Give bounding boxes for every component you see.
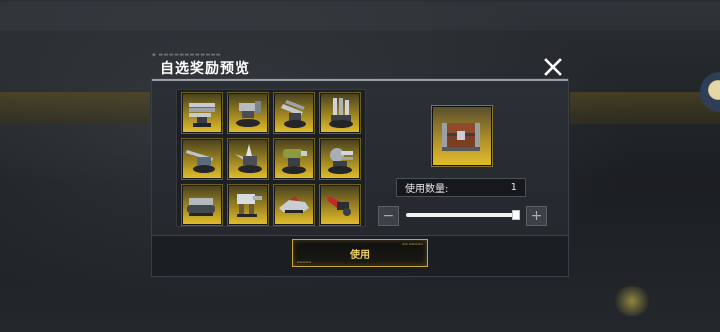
twin-cannon-turret-icon xyxy=(281,100,306,128)
quantity-slider[interactable] xyxy=(406,210,520,220)
slider-fill xyxy=(406,213,514,217)
reward-tile[interactable] xyxy=(319,92,361,134)
reward-tile[interactable] xyxy=(273,184,315,226)
slider-thumb[interactable] xyxy=(512,210,520,220)
use-button[interactable]: ▬▬ ▬▬▬▬▬ ▬▬▬▬▬ 使用 xyxy=(292,239,428,267)
multi-barrel-turret-icon xyxy=(189,103,215,127)
railgun-turret-icon xyxy=(186,150,215,173)
use-quantity-value: 1 xyxy=(510,182,517,193)
background-panel-left xyxy=(0,92,150,124)
heavy-artillery-turret-icon xyxy=(282,149,307,174)
use-quantity-field[interactable]: 使用数量: 1 xyxy=(396,178,526,197)
reward-tile[interactable] xyxy=(227,184,269,226)
rotary-cannon-turret-icon xyxy=(328,148,353,174)
close-icon xyxy=(544,58,562,76)
reward-tile[interactable] xyxy=(181,138,223,180)
mech-gun-turret-icon xyxy=(237,194,262,217)
dialog-title: 自选奖励预览 xyxy=(160,61,250,77)
increase-quantity-button[interactable]: + xyxy=(526,206,547,226)
supply-chest-icon xyxy=(442,123,480,151)
spike-cannon-turret-icon xyxy=(235,144,262,173)
red-claw-drone-icon xyxy=(327,196,351,216)
reward-tile[interactable] xyxy=(319,184,361,226)
hover-bike-icon xyxy=(279,196,309,213)
use-button-label: 使用 xyxy=(350,249,370,261)
reward-grid xyxy=(176,89,366,227)
reward-tile[interactable] xyxy=(181,184,223,226)
reward-tile[interactable] xyxy=(273,92,315,134)
tracked-cannon-turret-icon xyxy=(187,198,215,216)
reward-tile[interactable] xyxy=(181,92,223,134)
reward-tile[interactable] xyxy=(273,138,315,180)
use-quantity-label: 使用数量: xyxy=(405,184,449,195)
gatling-turret-icon xyxy=(236,101,261,127)
button-decoration: ▬▬▬▬▬ xyxy=(297,260,312,264)
reward-tile[interactable] xyxy=(227,138,269,180)
plus-icon: + xyxy=(530,208,543,224)
background-glow xyxy=(612,286,652,316)
decrease-quantity-button[interactable]: − xyxy=(378,206,399,226)
button-decoration: ▬▬ ▬▬▬▬▬ xyxy=(402,242,423,246)
close-button[interactable] xyxy=(542,56,564,78)
preview-item-tile[interactable] xyxy=(431,105,493,167)
background-top-bar xyxy=(0,2,720,30)
background-panel-right xyxy=(570,92,720,124)
reward-tile[interactable] xyxy=(227,92,269,134)
tall-missile-turret-icon xyxy=(329,98,353,128)
reward-tile[interactable] xyxy=(319,138,361,180)
minus-icon: − xyxy=(382,208,395,224)
